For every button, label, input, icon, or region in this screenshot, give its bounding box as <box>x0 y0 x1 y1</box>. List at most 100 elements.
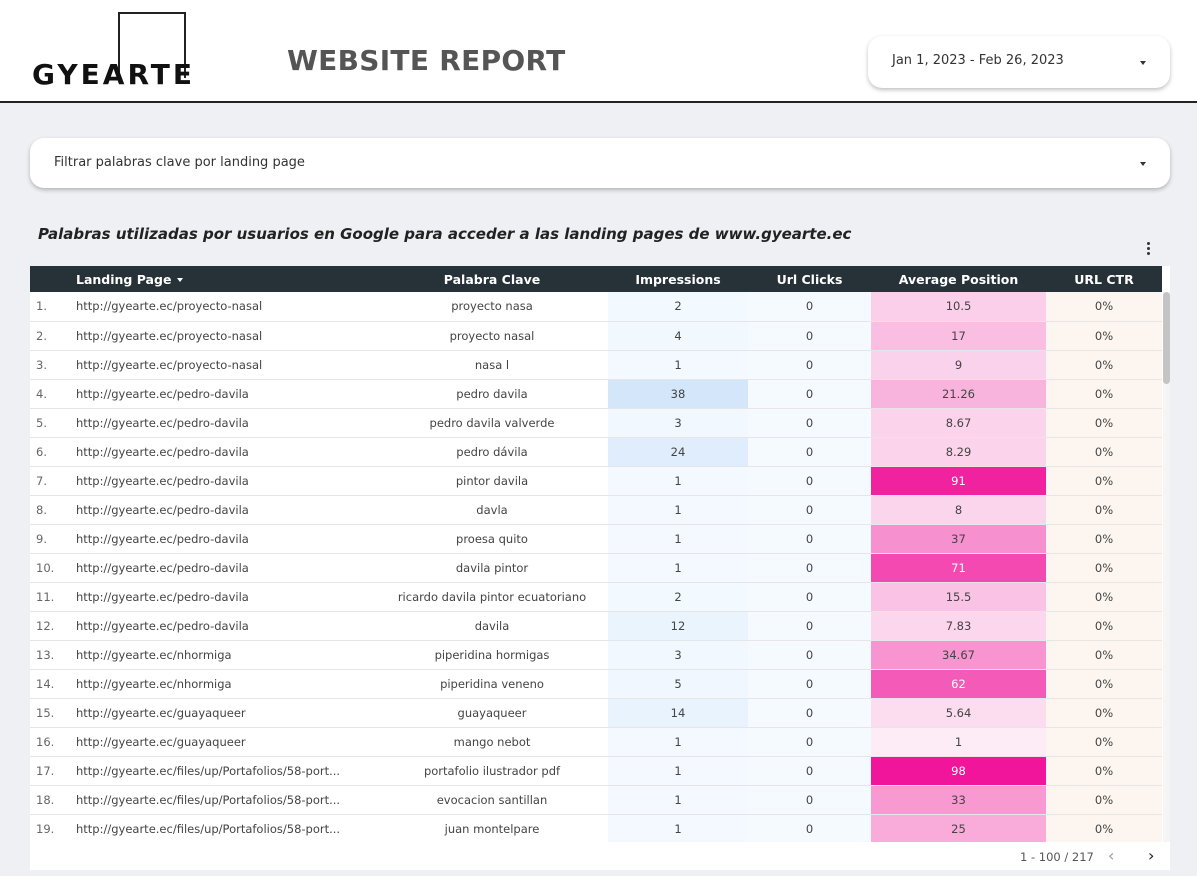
table-row[interactable]: 11. http://gyearte.ec/pedro-davila ricardo… <box>30 582 1162 612</box>
row-index: 19. <box>30 814 70 844</box>
impressions-cell: 12 <box>608 611 748 641</box>
average-position-cell: 91 <box>871 466 1046 496</box>
url-clicks-cell: 0 <box>748 350 871 380</box>
chevron-down-icon <box>1140 61 1146 65</box>
header-average-position[interactable]: Average Position <box>871 266 1046 292</box>
landing-page-cell: http://gyearte.ec/files/up/Portafolios/5… <box>70 756 376 786</box>
sort-down-icon <box>177 278 184 282</box>
landing-page-cell: http://gyearte.ec/pedro-davila <box>70 408 376 438</box>
url-clicks-cell: 0 <box>748 466 871 496</box>
landing-page-cell: http://gyearte.ec/pedro-davila <box>70 611 376 641</box>
header-url-ctr[interactable]: URL CTR <box>1046 266 1162 292</box>
table-row[interactable]: 16. http://gyearte.ec/guayaqueer mango neb… <box>30 727 1162 757</box>
average-position-cell: 21.26 <box>871 379 1046 409</box>
table-row[interactable]: 6. http://gyearte.ec/pedro-davila pedro dá… <box>30 437 1162 467</box>
table-body: 1. http://gyearte.ec/proyecto-nasal proyec… <box>30 292 1162 844</box>
keyword-cell: juan montelpare <box>376 814 608 844</box>
chevron-left-icon[interactable]: ‹ <box>1108 846 1114 865</box>
chevron-right-icon[interactable]: › <box>1148 846 1154 865</box>
header-landing-page-label: Landing Page <box>76 271 172 287</box>
url-ctr-cell: 0% <box>1046 553 1162 583</box>
keyword-cell: pintor davila <box>376 466 608 496</box>
impressions-cell: 24 <box>608 437 748 467</box>
row-index: 7. <box>30 466 70 496</box>
url-ctr-cell: 0% <box>1046 292 1162 322</box>
url-clicks-cell: 0 <box>748 640 871 670</box>
logo-text: GYEARTE <box>32 58 195 91</box>
table-row[interactable]: 14. http://gyearte.ec/nhormiga piperidina … <box>30 669 1162 699</box>
url-ctr-cell: 0% <box>1046 640 1162 670</box>
url-ctr-cell: 0% <box>1046 350 1162 380</box>
url-ctr-cell: 0% <box>1046 524 1162 554</box>
keyword-cell: guayaqueer <box>376 698 608 728</box>
table-row[interactable]: 10. http://gyearte.ec/pedro-davila davila … <box>30 553 1162 583</box>
header-impressions[interactable]: Impressions <box>608 266 748 292</box>
table-row[interactable]: 3. http://gyearte.ec/proyecto-nasal nasa l… <box>30 350 1162 380</box>
impressions-cell: 1 <box>608 350 748 380</box>
table-row[interactable]: 7. http://gyearte.ec/pedro-davila pintor d… <box>30 466 1162 496</box>
table-row[interactable]: 8. http://gyearte.ec/pedro-davila davla 1 0 8… <box>30 495 1162 525</box>
average-position-cell: 62 <box>871 669 1046 699</box>
more-options-icon[interactable] <box>1144 242 1152 260</box>
table-row[interactable]: 19. http://gyearte.ec/files/up/Portafolio… <box>30 814 1162 844</box>
keyword-cell: mango nebot <box>376 727 608 757</box>
average-position-cell: 37 <box>871 524 1046 554</box>
keyword-cell: evocacion santillan <box>376 785 608 815</box>
table-row[interactable]: 15. http://gyearte.ec/guayaqueer guayaquee… <box>30 698 1162 728</box>
pagination: 1 - 100 / 217 ‹ › <box>30 842 1170 870</box>
header-keyword[interactable]: Palabra Clave <box>376 266 608 292</box>
url-clicks-cell: 0 <box>748 437 871 467</box>
average-position-cell: 8 <box>871 495 1046 525</box>
landing-page-cell: http://gyearte.ec/pedro-davila <box>70 495 376 525</box>
header-url-clicks[interactable]: Url Clicks <box>748 266 871 292</box>
table-row[interactable]: 1. http://gyearte.ec/proyecto-nasal proyec… <box>30 292 1162 322</box>
landing-page-cell: http://gyearte.ec/nhormiga <box>70 669 376 699</box>
url-clicks-cell: 0 <box>748 553 871 583</box>
date-range-value: Jan 1, 2023 - Feb 26, 2023 <box>892 53 1064 68</box>
impressions-cell: 3 <box>608 640 748 670</box>
row-index: 2. <box>30 321 70 351</box>
landing-page-filter[interactable]: Filtrar palabras clave por landing page <box>30 138 1170 188</box>
date-range-picker[interactable]: Jan 1, 2023 - Feb 26, 2023 <box>868 36 1170 88</box>
url-ctr-cell: 0% <box>1046 379 1162 409</box>
table-row[interactable]: 18. http://gyearte.ec/files/up/Portafolio… <box>30 785 1162 815</box>
url-clicks-cell: 0 <box>748 379 871 409</box>
impressions-cell: 5 <box>608 669 748 699</box>
url-clicks-cell: 0 <box>748 321 871 351</box>
average-position-cell: 8.29 <box>871 437 1046 467</box>
row-index: 3. <box>30 350 70 380</box>
header-landing-page[interactable]: Landing Page <box>70 266 376 292</box>
keywords-table-container: Landing Page Palabra Clave Impressions U… <box>30 266 1170 866</box>
keyword-cell: davla <box>376 495 608 525</box>
table-row[interactable]: 9. http://gyearte.ec/pedro-davila proesa q… <box>30 524 1162 554</box>
average-position-cell: 10.5 <box>871 292 1046 322</box>
keywords-table: Landing Page Palabra Clave Impressions U… <box>30 266 1162 844</box>
table-row[interactable]: 17. http://gyearte.ec/files/up/Portafolio… <box>30 756 1162 786</box>
table-row[interactable]: 13. http://gyearte.ec/nhormiga piperidina … <box>30 640 1162 670</box>
row-index: 14. <box>30 669 70 699</box>
report-subtitle: Palabras utilizadas por usuarios en Goog… <box>38 225 852 243</box>
row-index: 1. <box>30 292 70 322</box>
table-row[interactable]: 5. http://gyearte.ec/pedro-davila pedro da… <box>30 408 1162 438</box>
landing-page-cell: http://gyearte.ec/nhormiga <box>70 640 376 670</box>
url-clicks-cell: 0 <box>748 785 871 815</box>
keyword-cell: proyecto nasal <box>376 321 608 351</box>
url-ctr-cell: 0% <box>1046 814 1162 844</box>
keyword-cell: proesa quito <box>376 524 608 554</box>
impressions-cell: 1 <box>608 524 748 554</box>
table-row[interactable]: 12. http://gyearte.ec/pedro-davila davila 1… <box>30 611 1162 641</box>
row-index: 18. <box>30 785 70 815</box>
keyword-cell: pedro davila <box>376 379 608 409</box>
average-position-cell: 8.67 <box>871 408 1046 438</box>
table-row[interactable]: 2. http://gyearte.ec/proyecto-nasal proyec… <box>30 321 1162 351</box>
row-index: 13. <box>30 640 70 670</box>
url-ctr-cell: 0% <box>1046 582 1162 612</box>
table-scrollbar[interactable] <box>1163 292 1170 842</box>
url-ctr-cell: 0% <box>1046 495 1162 525</box>
scrollbar-thumb[interactable] <box>1163 292 1170 384</box>
table-row[interactable]: 4. http://gyearte.ec/pedro-davila pedro da… <box>30 379 1162 409</box>
url-clicks-cell: 0 <box>748 292 871 322</box>
keyword-cell: piperidina veneno <box>376 669 608 699</box>
keyword-cell: ricardo davila pintor ecuatoriano <box>376 582 608 612</box>
keyword-cell: nasa l <box>376 350 608 380</box>
